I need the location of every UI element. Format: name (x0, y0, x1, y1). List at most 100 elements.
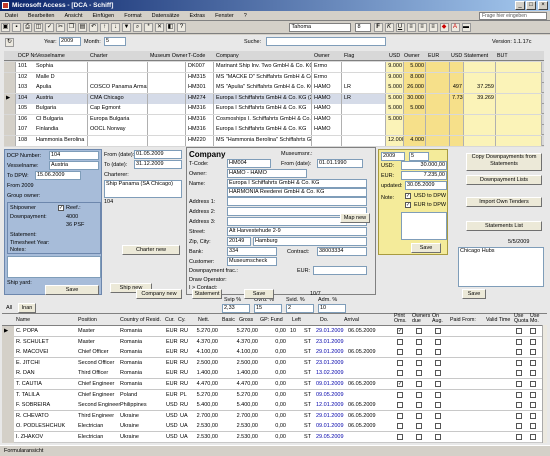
vessel-cell-stmt[interactable]: 37.259 (464, 83, 496, 93)
vessel-cell-eur[interactable] (426, 104, 450, 114)
copy-icon[interactable]: ❐ (67, 23, 76, 32)
crew-cell-selector[interactable]: ▶ (2, 326, 14, 337)
vessel-cell-owner[interactable] (148, 114, 186, 125)
vessel-cell-own[interactable]: 26.000 (404, 83, 426, 93)
vessel-cell-but[interactable] (496, 83, 542, 93)
vessel-cell-company[interactable]: Europa I Schiffahrts GmbH & Co. KG (214, 104, 312, 114)
crew-cell-nett[interactable]: 2.530,00 (190, 421, 218, 432)
pay-month-input[interactable]: 5 (409, 152, 429, 161)
crew-cell-nett[interactable]: 2.700,00 (190, 411, 218, 422)
vessel-cell-owner[interactable] (148, 135, 186, 146)
refresh-icon[interactable]: ↻ (5, 38, 14, 47)
crew-cell-country[interactable]: Romania (118, 358, 164, 369)
from-date-input[interactable]: 01.05.2009 (134, 150, 182, 159)
crew-cell-name[interactable]: R. DAN (14, 368, 76, 379)
vessel-cell-eur[interactable] (426, 135, 450, 146)
crew-cell-paid-from[interactable] (448, 432, 484, 443)
vessel-cell-flag[interactable]: LR (342, 93, 386, 104)
crew-cell-valid-time[interactable] (484, 421, 512, 432)
vessel-cell-tcode[interactable]: HM316 (186, 114, 214, 125)
vessel-cell-owner[interactable] (148, 93, 186, 104)
row-selector[interactable] (4, 125, 16, 135)
bank-input[interactable]: 334 (227, 247, 277, 256)
vessel-cell-own[interactable]: 4.000 (404, 135, 426, 146)
vessel-cell-usd[interactable]: 5.000 (386, 104, 404, 114)
crew-cell-date[interactable]: 13.02.2009 (314, 368, 346, 379)
map-new-button[interactable]: Map new (340, 213, 370, 223)
crew-cell-gross[interactable]: 2.530,00 (230, 421, 258, 432)
pay-updated-input[interactable]: 30.05.2009 (405, 181, 447, 190)
crew-checkbox-onaug[interactable] (435, 349, 441, 356)
vessel-cell-nr[interactable]: 104 (16, 93, 36, 104)
crew-cell-gp[interactable]: 0,00 (260, 326, 286, 337)
crew-cell-gross[interactable]: 4.370,00 (230, 337, 258, 348)
crew-cell-country[interactable]: Romania (118, 347, 164, 358)
vessel-row[interactable]: 102 Malle D HM315 MS "MACKE D" Schiffahrts … (4, 72, 544, 83)
crew-cell-gp[interactable]: 0,00 (260, 379, 286, 390)
vessel-cell-charter[interactable] (88, 135, 148, 146)
crew-checkbox-use-mo[interactable] (530, 381, 536, 387)
crew-cell-arrival[interactable]: 06.05.2009 (346, 347, 386, 358)
crew-checkbox-use-mo[interactable] (530, 412, 536, 419)
crew-cell-name[interactable]: R. CHEVATO (14, 411, 76, 422)
crew-cell-left[interactable] (288, 358, 300, 369)
row-selector[interactable] (4, 72, 16, 83)
vessel-cell-but[interactable] (496, 72, 542, 83)
crew-cell-valid-time[interactable] (484, 379, 512, 390)
vessel-cell-name[interactable]: Finlandia (34, 125, 88, 135)
menu-format[interactable]: Format (119, 11, 146, 21)
crew-cell-gross[interactable]: 4.470,00 (230, 379, 258, 390)
crew-cell-valid-time[interactable] (484, 326, 512, 337)
crew-cell-left[interactable] (288, 337, 300, 348)
crew-cell-arrival[interactable] (346, 337, 386, 348)
import-own-tenders-button[interactable]: Import Own Tenders (466, 197, 542, 207)
vessel-cell-charter[interactable]: Cap Egmont (88, 104, 148, 114)
crew-cell-position[interactable]: Chief Officer (76, 347, 120, 358)
vessel-cell-flag[interactable] (342, 125, 386, 135)
crew-cell-gp[interactable]: 0,00 (260, 432, 286, 443)
vessel-cell-own[interactable] (404, 125, 426, 135)
crew-cell-nett[interactable]: 4.370,00 (190, 337, 218, 348)
crew-cell-cur[interactable]: EUR (164, 326, 178, 337)
crew-cell-arrival[interactable] (346, 432, 386, 443)
crew-cell-position[interactable]: Second Engineer (76, 400, 120, 411)
vessel-cell-but[interactable] (496, 135, 542, 146)
vessel-cell-name[interactable]: CI Bulgaria (34, 114, 88, 125)
vessel-cell-but[interactable] (496, 114, 542, 125)
crew-cell-position[interactable]: Master (76, 326, 120, 337)
dcp-number-input[interactable]: 104 (49, 151, 99, 160)
crew-cell-paid-from[interactable] (448, 390, 484, 401)
crew-cell-cur[interactable]: USD (164, 400, 178, 411)
crew-cell-selector[interactable] (2, 432, 14, 443)
vessel-cell-company[interactable]: MS "Apulia" Schiffahrts GmbH & Co. KG (214, 83, 312, 93)
crew-checkbox-onaug[interactable] (435, 338, 441, 345)
crew-checkbox-onaug[interactable] (435, 391, 441, 398)
company-new-button[interactable]: Company new (136, 289, 182, 299)
font-size-select[interactable]: 8 (354, 23, 371, 32)
vessel-cell-usd[interactable] (386, 125, 404, 135)
paste-icon[interactable]: ▤ (78, 23, 87, 32)
filter-icon[interactable]: ▼ (122, 23, 131, 32)
crew-cell-arrival[interactable] (346, 368, 386, 379)
crew-checkbox-print[interactable] (397, 391, 403, 398)
dpw-eur-input[interactable] (313, 266, 367, 275)
crew-cell-valid-time[interactable] (484, 432, 512, 443)
vessel-cell-name[interactable]: Austria (34, 93, 88, 104)
crew-checkbox-owners[interactable] (416, 381, 422, 387)
menu-datei[interactable]: Datei (0, 11, 23, 21)
crew-cell-country[interactable]: Romania (118, 368, 164, 379)
crew-cell-name[interactable]: E. JITCHI (14, 358, 76, 369)
vessel-cell-name[interactable]: Bulgaria (34, 104, 88, 114)
crew-checkbox-onaug[interactable] (435, 412, 441, 419)
crew-cell-cur[interactable]: EUR (164, 358, 178, 369)
to-date-input[interactable]: 31.12.2009 (134, 160, 182, 169)
crew-cell-selector[interactable] (2, 368, 14, 380)
vessel-cell-owner[interactable] (148, 72, 186, 83)
crew-checkbox-use-mo[interactable] (530, 434, 536, 440)
crew-cell-gp[interactable]: 0,00 (260, 358, 286, 369)
vessel-cell-owner2[interactable]: HAMO (312, 83, 342, 93)
vessel-cell-flag[interactable] (342, 135, 386, 146)
crew-cell-valid-time[interactable] (484, 358, 512, 369)
vessel-cell-nr[interactable]: 101 (16, 62, 36, 72)
vessel-cell-flag[interactable] (342, 114, 386, 125)
